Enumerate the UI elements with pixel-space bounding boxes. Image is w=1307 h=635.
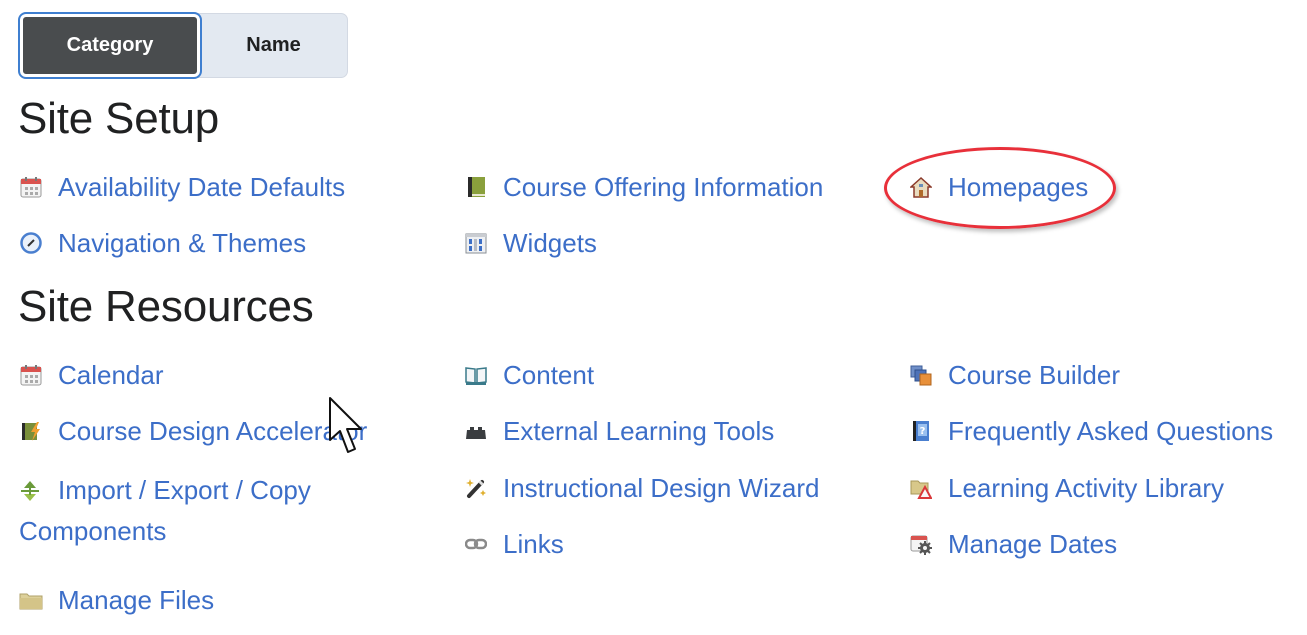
link-label: Availability Date Defaults	[58, 172, 346, 202]
link-content[interactable]: Content	[464, 362, 594, 388]
magic-wand-icon	[464, 476, 488, 500]
section-title-site-resources: Site Resources	[18, 282, 314, 331]
chain-link-icon	[464, 532, 488, 556]
link-label: Import / Export / Copy Components	[19, 475, 311, 546]
section-title-site-setup: Site Setup	[18, 94, 220, 143]
link-label: Learning Activity Library	[948, 473, 1225, 503]
widgets-icon	[464, 231, 488, 255]
stacked-cubes-icon	[909, 363, 933, 387]
calendar-icon	[19, 363, 43, 387]
link-label: External Learning Tools	[503, 416, 775, 446]
folder-warning-icon	[909, 476, 933, 500]
link-label: Frequently Asked Questions	[948, 416, 1274, 446]
compass-icon	[19, 231, 43, 255]
house-icon	[909, 175, 933, 199]
link-label: Navigation & Themes	[58, 228, 307, 258]
category-toggle-button[interactable]: Category	[18, 12, 202, 79]
link-availability-date-defaults[interactable]: Availability Date Defaults	[19, 174, 345, 200]
calendar-gear-icon	[909, 532, 933, 556]
open-book-icon	[464, 363, 488, 387]
link-course-builder[interactable]: Course Builder	[909, 362, 1120, 388]
link-label: Instructional Design Wizard	[503, 473, 820, 503]
puzzle-brick-icon	[464, 419, 488, 443]
view-toggle: Category Name	[18, 12, 348, 79]
link-import-export-copy-components[interactable]: Import / Export / Copy Components	[19, 470, 379, 552]
link-manage-files[interactable]: Manage Files	[19, 587, 214, 613]
link-label: Course Design Accelerator	[58, 416, 368, 446]
faq-book-icon: ?	[909, 419, 933, 443]
link-label: Course Builder	[948, 360, 1120, 390]
green-book-icon	[464, 175, 488, 199]
link-links[interactable]: Links	[464, 531, 564, 557]
link-external-learning-tools[interactable]: External Learning Tools	[464, 418, 774, 444]
link-label: Manage Dates	[948, 529, 1118, 559]
link-label: Widgets	[503, 228, 597, 258]
link-label: Links	[503, 529, 564, 559]
folder-icon	[19, 588, 43, 612]
link-instructional-design-wizard[interactable]: Instructional Design Wizard	[464, 475, 819, 501]
link-calendar[interactable]: Calendar	[19, 362, 164, 388]
link-label: Course Offering Information	[503, 172, 824, 202]
calendar-icon	[19, 175, 43, 199]
name-toggle-button[interactable]: Name	[200, 14, 347, 77]
link-label: Content	[503, 360, 595, 390]
link-course-offering-information[interactable]: Course Offering Information	[464, 174, 823, 200]
link-label: Manage Files	[58, 585, 215, 615]
link-course-design-accelerator[interactable]: Course Design Accelerator	[19, 418, 367, 444]
link-manage-dates[interactable]: Manage Dates	[909, 531, 1117, 557]
book-lightning-icon	[19, 419, 43, 443]
link-widgets[interactable]: Widgets	[464, 230, 597, 256]
svg-text:?: ?	[920, 426, 926, 437]
link-frequently-asked-questions[interactable]: ? Frequently Asked Questions	[909, 418, 1273, 444]
link-label: Homepages	[948, 172, 1089, 202]
link-learning-activity-library[interactable]: Learning Activity Library	[909, 475, 1224, 501]
link-navigation-themes[interactable]: Navigation & Themes	[19, 230, 306, 256]
link-homepages[interactable]: Homepages	[909, 174, 1088, 200]
link-label: Calendar	[58, 360, 164, 390]
import-export-icon	[19, 473, 43, 501]
